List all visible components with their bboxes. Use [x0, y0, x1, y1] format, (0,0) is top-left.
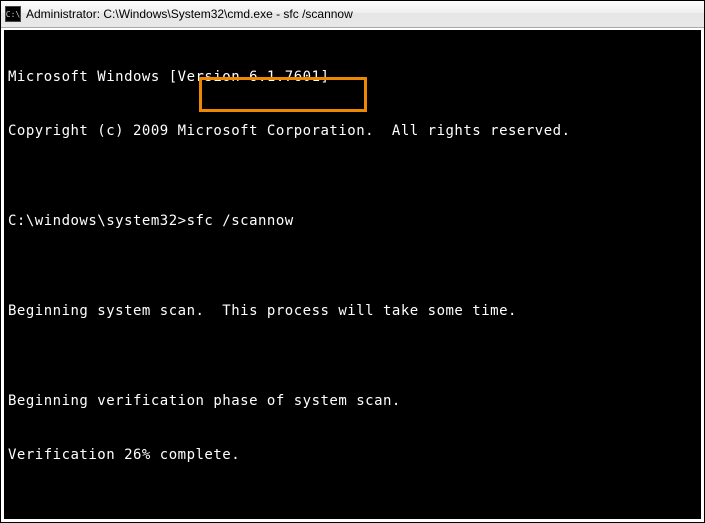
cmd-window: C:\ Administrator: C:\Windows\System32\c…	[0, 0, 705, 523]
console-line: C:\windows\system32>sfc /scannow	[8, 212, 697, 230]
window-title: Administrator: C:\Windows\System32\cmd.e…	[26, 7, 353, 21]
console-output[interactable]: Microsoft Windows [Version 6.1.7601] Cop…	[1, 28, 704, 522]
console-line: Copyright (c) 2009 Microsoft Corporation…	[8, 122, 697, 140]
window-titlebar[interactable]: C:\ Administrator: C:\Windows\System32\c…	[1, 1, 704, 28]
console-line: Beginning verification phase of system s…	[8, 392, 697, 410]
cmd-icon: C:\	[5, 6, 21, 22]
console-line: Beginning system scan. This process will…	[8, 302, 697, 320]
console-line: Microsoft Windows [Version 6.1.7601]	[8, 68, 697, 86]
console-line: Verification 26% complete.	[8, 446, 697, 464]
